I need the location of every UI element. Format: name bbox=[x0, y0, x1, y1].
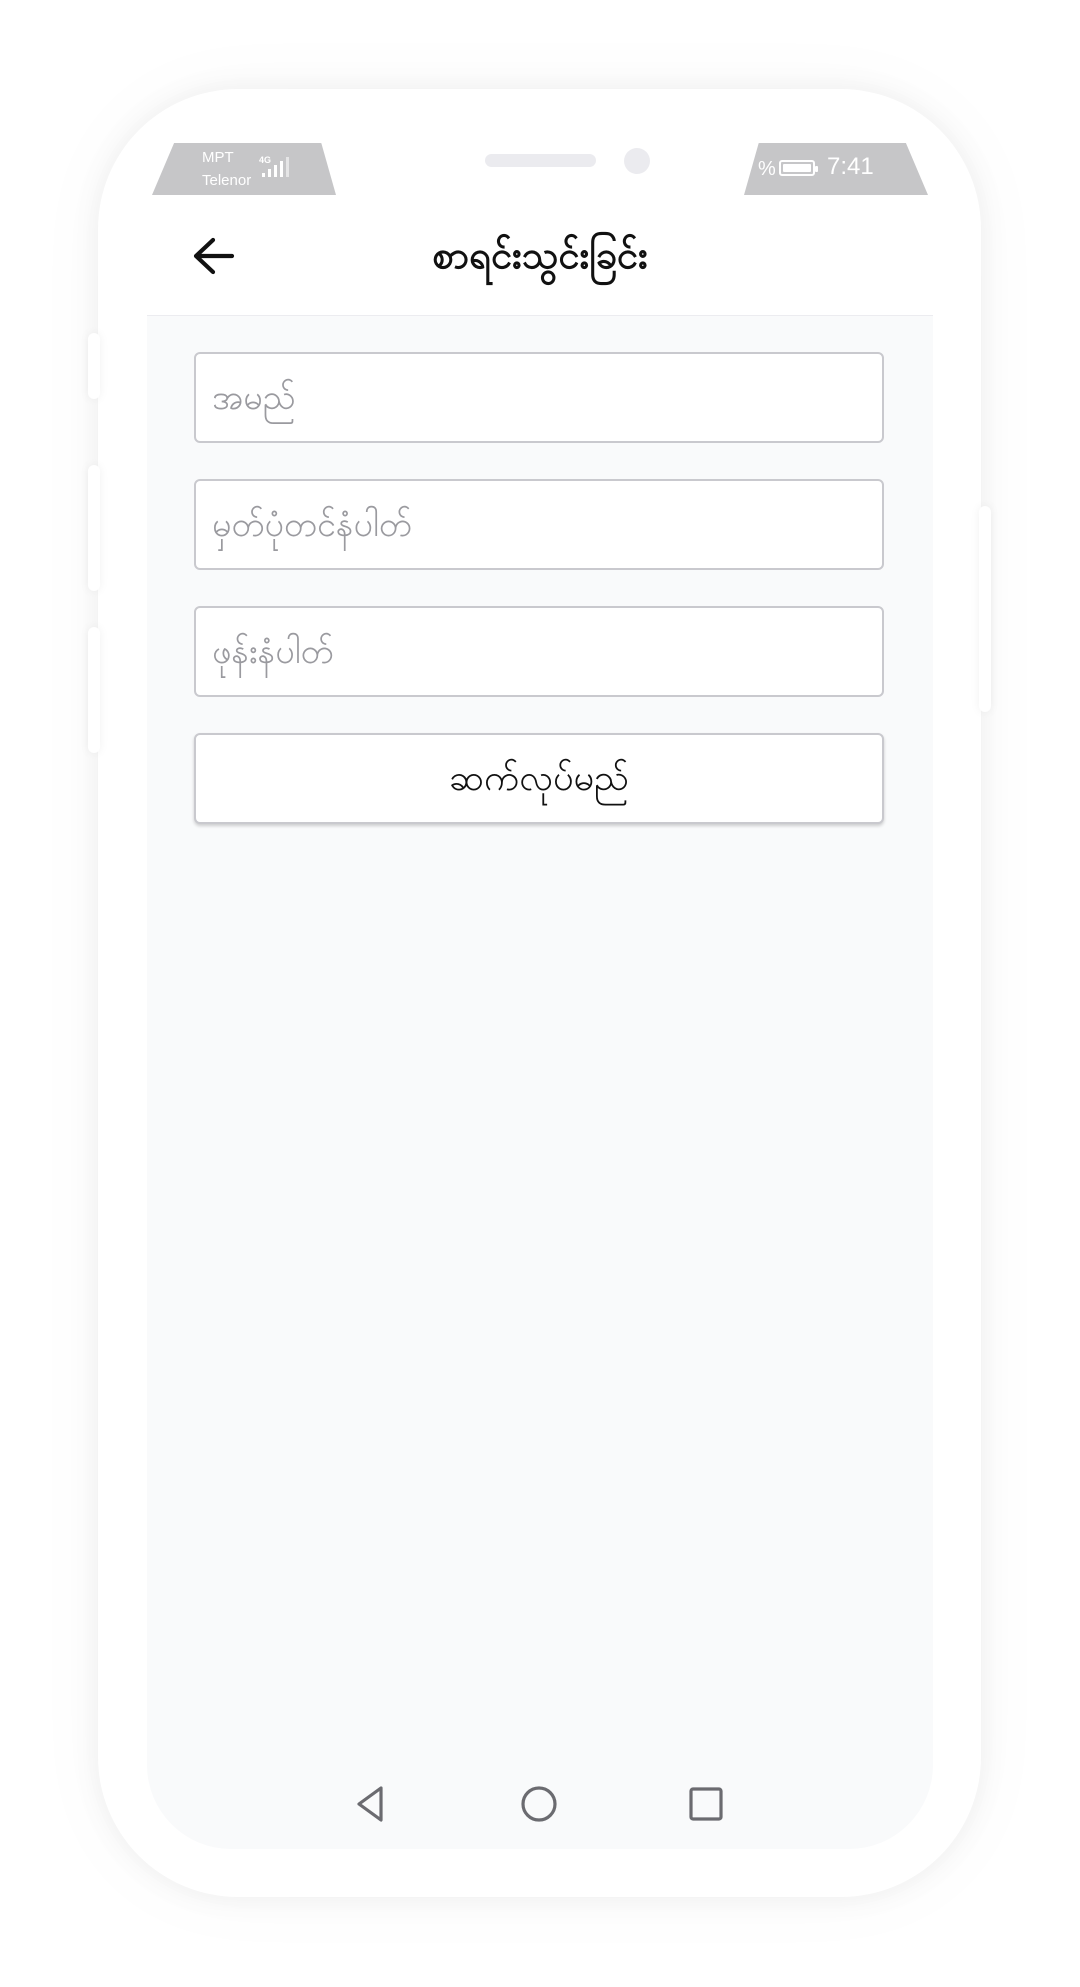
battery-percent-label: % bbox=[758, 158, 776, 180]
nrc-number-input[interactable] bbox=[194, 479, 884, 570]
back-button[interactable] bbox=[178, 225, 248, 287]
phone-volume-down-button bbox=[88, 627, 100, 753]
phone-number-input[interactable] bbox=[194, 606, 884, 697]
phone-front-camera bbox=[624, 148, 650, 174]
arrow-left-icon bbox=[193, 237, 235, 275]
battery-icon bbox=[779, 160, 818, 176]
circle-home-icon bbox=[521, 1786, 557, 1822]
phone-side-button bbox=[88, 333, 100, 399]
nav-back-button[interactable] bbox=[341, 1774, 401, 1834]
square-recents-icon bbox=[689, 1787, 723, 1821]
status-clock: 7:41 bbox=[827, 153, 874, 180]
phone-speaker bbox=[485, 154, 596, 167]
phone-power-button bbox=[979, 506, 991, 712]
carrier-label-primary: MPT bbox=[202, 149, 234, 166]
phone-volume-up-button bbox=[88, 465, 100, 591]
nav-home-button[interactable] bbox=[509, 1774, 569, 1834]
name-input[interactable] bbox=[194, 352, 884, 443]
carrier-label-secondary: Telenor bbox=[202, 172, 252, 189]
triangle-back-icon bbox=[357, 1786, 383, 1822]
nav-recents-button[interactable] bbox=[676, 1774, 736, 1834]
continue-button[interactable]: ဆက်လုပ်မည် bbox=[194, 733, 884, 824]
page-title: စာရင်းသွင်းခြင်း bbox=[432, 233, 648, 277]
signal-strength-icon bbox=[262, 157, 289, 177]
